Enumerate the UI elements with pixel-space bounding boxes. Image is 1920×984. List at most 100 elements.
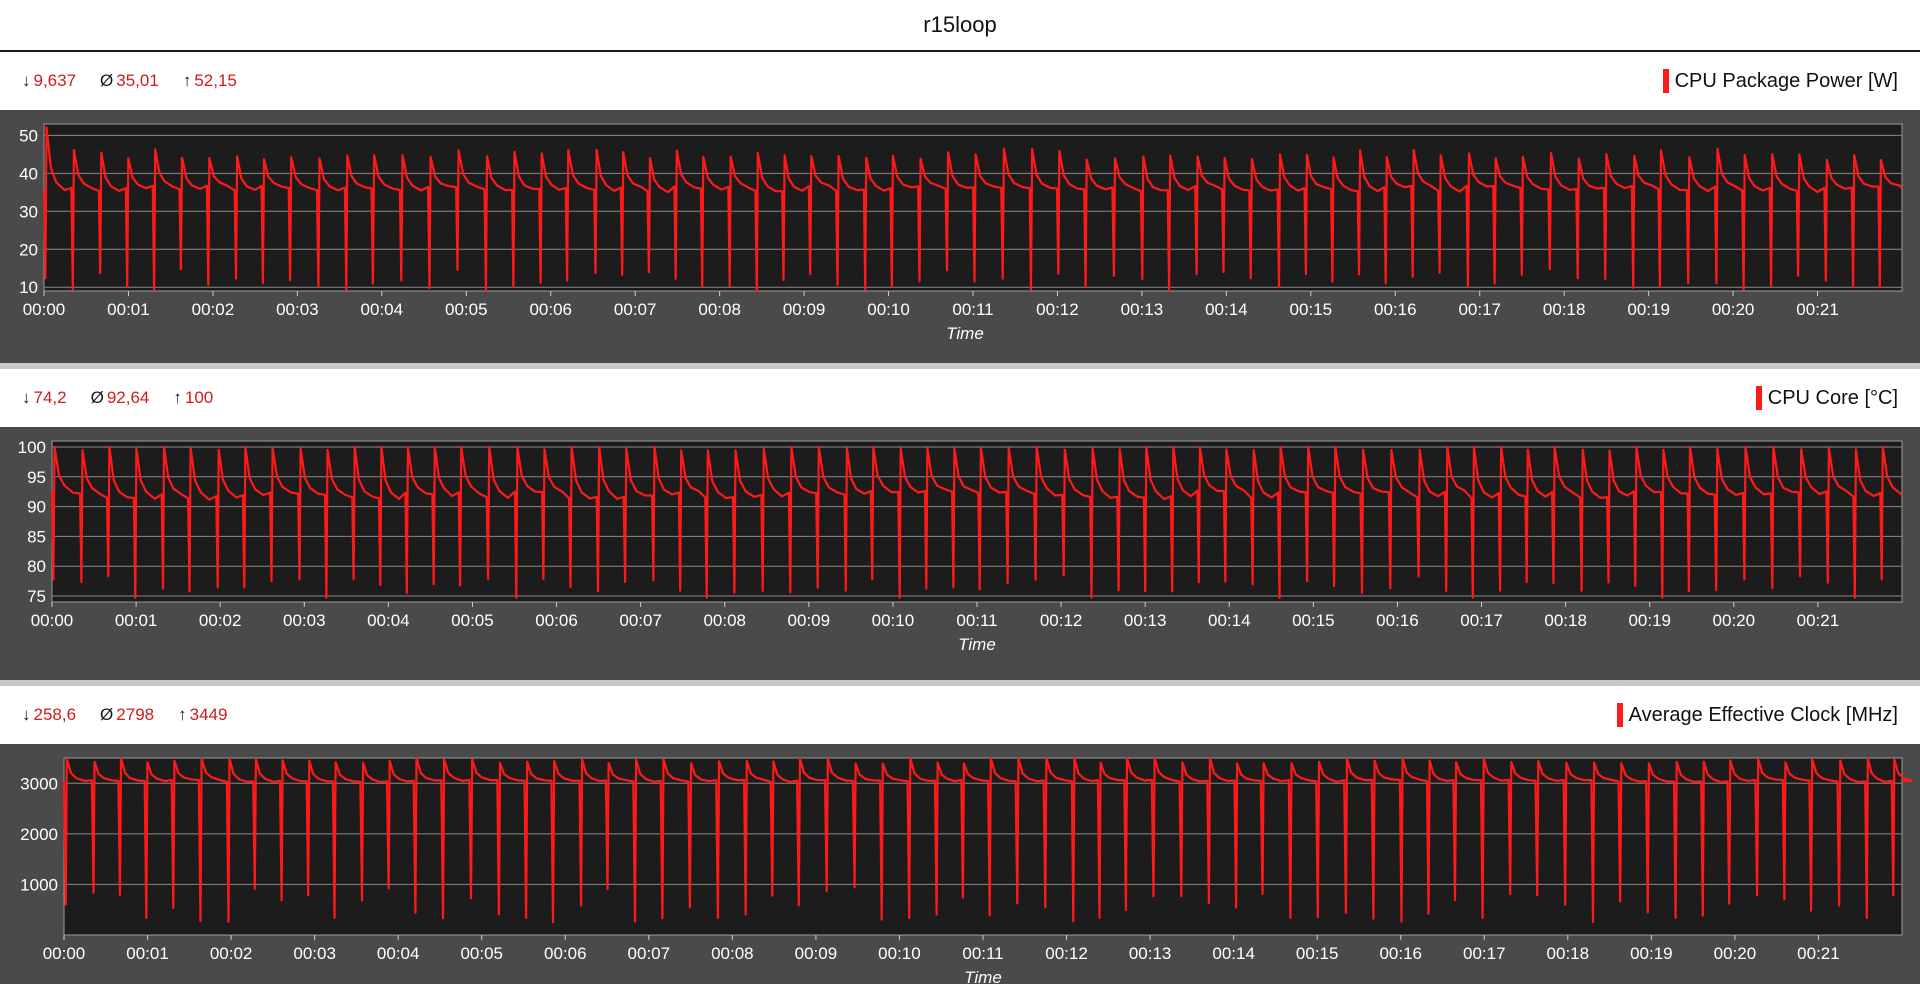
x-tick-label: 00:17 [1463,944,1506,963]
x-tick-label: 00:21 [1797,944,1840,963]
legend-swatch [1755,386,1762,410]
x-tick-label: 00:21 [1797,611,1840,630]
x-tick-label: 00:00 [43,944,86,963]
x-tick-label: 00:14 [1212,944,1255,963]
x-tick-label: 00:15 [1290,300,1333,319]
x-tick-label: 00:08 [698,300,741,319]
x-tick-label: 00:16 [1376,611,1419,630]
legend-label: CPU Core [°C] [1767,386,1898,409]
x-tick-label: 00:12 [1040,611,1083,630]
avg-stat: Ø 2798 [100,705,155,724]
x-tick-label: 00:10 [867,300,910,319]
x-tick-label: 00:09 [783,300,826,319]
x-tick-label: 00:13 [1129,944,1172,963]
x-tick-label: 00:08 [711,944,754,963]
x-tick-label: 00:03 [293,944,336,963]
x-tick-label: 00:03 [276,300,319,319]
x-tick-label: 00:11 [952,300,993,319]
y-tick-label: 20 [19,240,38,259]
x-tick-label: 00:18 [1547,944,1590,963]
x-tick-label: 00:02 [192,300,235,319]
min-stat: ↓ 258,6 [22,705,77,724]
y-tick-label: 95 [27,468,46,487]
x-tick-label: 00:20 [1712,300,1755,319]
x-tick-label: 00:20 [1713,611,1756,630]
avg-stat: Ø 92,64 [90,388,150,407]
x-tick-label: 00:15 [1292,611,1335,630]
x-tick-label: 00:13 [1124,611,1167,630]
y-tick-label: 30 [19,202,38,221]
x-tick-label: 00:06 [544,944,587,963]
clock-chart[interactable]: 1000 2000 3000 00:00 00:01 00:02 00:03 00:04 00:… [0,744,1920,984]
x-tick-label: 00:12 [1045,944,1088,963]
x-tick-label: 00:05 [460,944,503,963]
series-legend[interactable]: Average Effective Clock [MHz] [1616,703,1898,727]
y-tick-label: 80 [27,557,46,576]
max-stat: ↑ 52,15 [182,71,237,90]
x-tick-label: 00:14 [1205,300,1248,319]
x-tick-label: 00:02 [210,944,253,963]
x-tick-label: 00:19 [1628,611,1671,630]
legend-label: Average Effective Clock [MHz] [1628,703,1898,726]
x-tick-label: 00:10 [872,611,915,630]
power-plot-frame: 10 20 30 40 50 00:00 00:01 00:02 00:03 00:04 00:05… [0,110,1920,363]
x-axis-title: Time [958,635,996,654]
legend-swatch [1616,703,1623,727]
x-tick-label: 00:21 [1796,300,1839,319]
x-tick-label: 00:08 [703,611,746,630]
temperature-plot-frame: 75 80 85 90 95 100 00:00 00:01 00:02 00:03 00:04 00… [0,427,1920,680]
y-tick-label: 2000 [20,825,58,844]
power-chart[interactable]: 10 20 30 40 50 00:00 00:01 00:02 00:03 00:04 00:05… [0,110,1920,363]
x-tick-label: 00:06 [529,300,572,319]
x-tick-label: 00:09 [795,944,838,963]
y-tick-label: 3000 [20,774,58,793]
series-legend[interactable]: CPU Core [°C] [1755,386,1898,410]
x-tick-label: 00:13 [1121,300,1164,319]
temperature-stats: ↓ 74,2 Ø 92,64 ↑ 100 CPU Core [°C] [0,369,1920,427]
clock-panel: ↓ 258,6 Ø 2798 ↑ 3449 Average Effective Clo… [0,686,1920,984]
legend-swatch [1662,69,1669,93]
x-tick-label: 00:00 [31,611,74,630]
legend-label: CPU Package Power [W] [1674,69,1898,92]
series-legend[interactable]: CPU Package Power [W] [1662,69,1898,93]
temperature-panel: ↓ 74,2 Ø 92,64 ↑ 100 CPU Core [°C] 75 80 85 90… [0,369,1920,680]
x-tick-label: 00:09 [788,611,831,630]
x-tick-label: 00:01 [107,300,150,319]
x-tick-label: 00:19 [1630,944,1673,963]
max-stat: ↑ 100 [173,388,214,407]
y-tick-label: 1000 [20,875,58,894]
x-tick-label: 00:17 [1458,300,1501,319]
y-tick-label: 75 [27,587,46,606]
power-stats: ↓ 9,637 Ø 35,01 ↑ 52,15 CPU Package Power [… [0,52,1920,110]
x-tick-label: 00:19 [1627,300,1670,319]
x-tick-label: 00:18 [1543,300,1586,319]
x-tick-label: 00:04 [377,944,420,963]
x-tick-label: 00:01 [115,611,158,630]
x-tick-label: 00:20 [1714,944,1757,963]
x-tick-label: 00:03 [283,611,326,630]
page-title: r15loop [0,0,1920,52]
x-axis-title: Time [964,968,1002,984]
x-tick-label: 00:14 [1208,611,1251,630]
y-tick-label: 40 [19,164,38,183]
x-tick-label: 00:10 [878,944,921,963]
temperature-chart[interactable]: 75 80 85 90 95 100 00:00 00:01 00:02 00:03 00:04 00… [0,427,1920,680]
x-tick-label: 00:11 [956,611,997,630]
x-tick-label: 00:16 [1374,300,1417,319]
x-tick-label: 00:12 [1036,300,1079,319]
y-tick-label: 85 [27,527,46,546]
x-tick-label: 00:15 [1296,944,1339,963]
clock-stats: ↓ 258,6 Ø 2798 ↑ 3449 Average Effective Clo… [0,686,1920,744]
min-stat: ↓ 74,2 [22,388,67,407]
power-panel: ↓ 9,637 Ø 35,01 ↑ 52,15 CPU Package Power [… [0,52,1920,363]
x-tick-label: 00:11 [962,944,1003,963]
x-tick-label: 00:18 [1544,611,1587,630]
x-tick-label: 00:01 [126,944,169,963]
x-tick-label: 00:02 [199,611,242,630]
x-axis-title: Time [946,324,984,343]
x-tick-label: 00:05 [451,611,494,630]
x-tick-label: 00:07 [619,611,662,630]
min-stat: ↓ 9,637 [22,71,77,90]
x-tick-label: 00:05 [445,300,488,319]
avg-stat: Ø 35,01 [100,71,159,90]
